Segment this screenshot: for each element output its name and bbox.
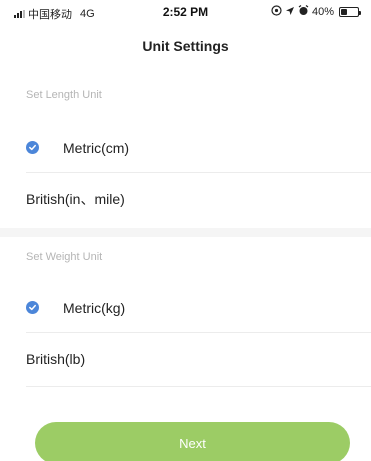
status-bar: 中国移动 4G 2:52 PM 40% (0, 0, 371, 28)
status-right: 40% (271, 5, 361, 19)
option-label: British(lb) (26, 351, 86, 367)
battery-fill (341, 9, 347, 15)
alarm-icon (298, 5, 309, 19)
page-title: Unit Settings (142, 38, 229, 54)
length-option-metric[interactable]: Metric(cm) (26, 123, 371, 173)
battery-percentage: 40% (311, 6, 334, 18)
weight-section-label: Set Weight Unit (26, 251, 103, 263)
option-label: British(in、mile) (26, 191, 125, 207)
next-button[interactable]: Next (35, 422, 350, 461)
navigation-arrow-icon (285, 6, 295, 19)
length-option-british[interactable]: British(in、mile) (26, 174, 371, 224)
weight-option-british[interactable]: British(lb) (26, 334, 371, 384)
check-icon (26, 141, 39, 154)
battery-icon (339, 7, 361, 17)
check-icon (26, 301, 39, 314)
option-label: Metric(cm) (63, 139, 130, 156)
weight-option-metric[interactable]: Metric(kg) (26, 283, 371, 333)
length-section-label: Set Length Unit (26, 89, 102, 101)
option-label: Metric(kg) (63, 299, 126, 316)
location-icon (271, 5, 282, 19)
list-divider (26, 386, 371, 387)
